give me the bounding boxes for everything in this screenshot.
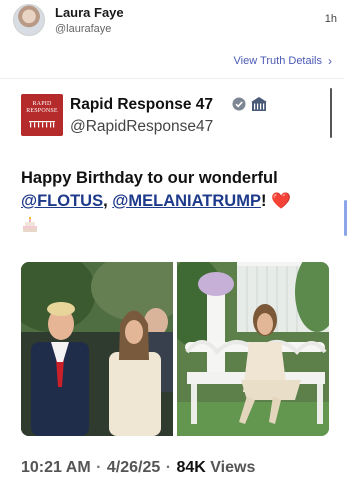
embedded-author-name[interactable]: Rapid Response 47 (70, 96, 213, 114)
heart-emoji: ❤️ (271, 193, 291, 210)
scrollbar-thumb[interactable] (344, 200, 347, 236)
view-truth-details-label: View Truth Details (233, 55, 322, 67)
mention-separator: , (103, 192, 108, 210)
views-label: Views (210, 459, 256, 476)
rapid-response-logo[interactable]: RAPID RESPONSE (21, 94, 63, 136)
author-name[interactable]: Laura Faye (55, 5, 124, 20)
post-text-intro: Happy Birthday to our wonderful (21, 169, 278, 187)
post-timestamp: 10:21 AM (21, 459, 91, 476)
post-photo-right[interactable] (177, 262, 329, 436)
post-date: 4/26/25 (106, 459, 161, 476)
chevron-right-icon: › (328, 54, 332, 68)
views-count: 84K (176, 459, 206, 476)
post-header: Laura Faye @laurafaye 1h (0, 0, 350, 50)
author-handle[interactable]: @laurafaye (55, 23, 111, 35)
verified-badge-icon (232, 97, 246, 111)
exclamation: ! (260, 192, 267, 210)
photo-right-image (177, 262, 329, 436)
logo-text-line2: RESPONSE (26, 108, 58, 114)
photo-left-image (21, 262, 173, 436)
scroll-indicator[interactable] (330, 88, 332, 138)
birthday-cake-icon (23, 216, 37, 232)
post-time: 1h (324, 13, 337, 25)
author-avatar[interactable] (13, 4, 45, 36)
mention-flotus-link[interactable]: @FLOTUS (21, 192, 103, 210)
embedded-author-handle[interactable]: @RapidResponse47 (70, 118, 213, 136)
white-house-icon (251, 97, 267, 111)
post-text: Happy Birthday to our wonderful @FLOTUS,… (21, 167, 333, 238)
post-photo-left[interactable] (21, 262, 173, 436)
mention-melaniatrump-link[interactable]: @MELANIATRUMP (112, 192, 261, 210)
view-truth-details-link[interactable]: View Truth Details › (234, 54, 332, 68)
logo-text-line1: RAPID (32, 101, 52, 107)
white-house-logo-icon (29, 121, 55, 128)
post-metadata: 10:21 AM · 4/26/25 · 84K Views (21, 459, 256, 476)
